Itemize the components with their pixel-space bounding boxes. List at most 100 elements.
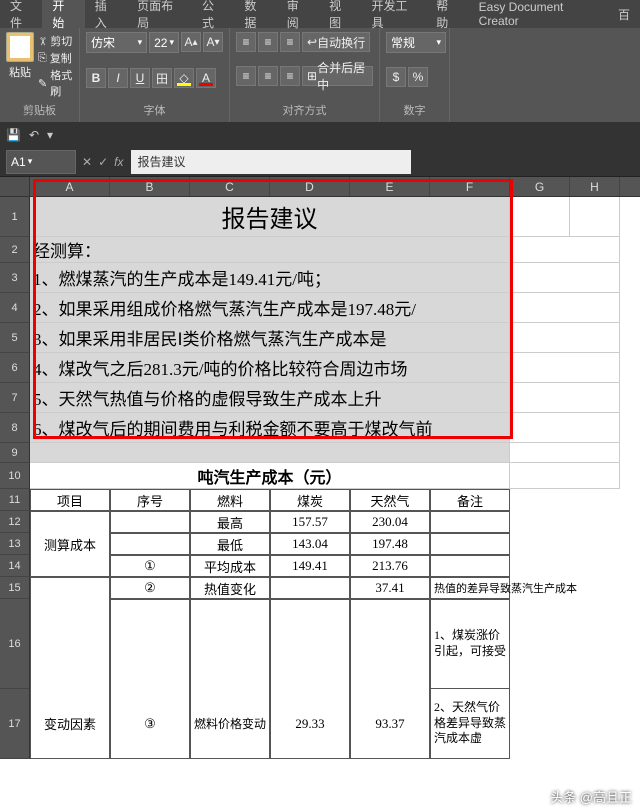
cell[interactable]: [510, 197, 570, 237]
table-cell[interactable]: 149.41: [270, 555, 350, 577]
table-cell[interactable]: ②: [110, 577, 190, 599]
align-left-button[interactable]: ≡: [236, 66, 256, 86]
table-cell[interactable]: 197.48: [350, 533, 430, 555]
table-header[interactable]: 序号: [110, 489, 190, 511]
col-header[interactable]: A: [30, 177, 110, 196]
cell[interactable]: [510, 555, 620, 577]
name-box[interactable]: A1▾: [6, 150, 76, 174]
table-header[interactable]: 备注: [430, 489, 510, 511]
align-right-button[interactable]: ≡: [280, 66, 300, 86]
align-center-button[interactable]: ≡: [258, 66, 278, 86]
table-cell[interactable]: 最高: [190, 511, 270, 533]
tab-insert[interactable]: 插入: [85, 0, 127, 28]
accept-formula-button[interactable]: ✓: [98, 155, 108, 169]
fx-button[interactable]: fx: [114, 155, 123, 169]
italic-button[interactable]: I: [108, 68, 128, 88]
row-header[interactable]: 12: [0, 511, 30, 533]
table-cell[interactable]: [30, 599, 110, 689]
report-line[interactable]: 4、煤改气之后281.3元/吨的价格比较符合周边市场: [30, 353, 510, 383]
row-header[interactable]: 7: [0, 383, 30, 413]
cell[interactable]: [510, 353, 620, 383]
merge-button[interactable]: ⊞合并后居中: [302, 66, 373, 86]
cut-button[interactable]: ✂剪切: [38, 33, 73, 49]
align-top-button[interactable]: ≡: [236, 32, 256, 52]
copy-button[interactable]: ⎘复制: [38, 50, 73, 66]
tab-layout[interactable]: 页面布局: [127, 0, 192, 28]
col-header[interactable]: H: [570, 177, 620, 196]
table-cell[interactable]: 测算成本: [30, 533, 110, 555]
table-cell[interactable]: [30, 577, 110, 599]
table-cell[interactable]: [110, 511, 190, 533]
cell[interactable]: [510, 599, 620, 689]
percent-button[interactable]: %: [408, 67, 428, 87]
align-middle-button[interactable]: ≡: [258, 32, 278, 52]
col-header[interactable]: G: [510, 177, 570, 196]
col-header[interactable]: C: [190, 177, 270, 196]
row-header[interactable]: 17: [0, 689, 30, 759]
col-header[interactable]: F: [430, 177, 510, 196]
cell[interactable]: [510, 263, 620, 293]
border-button[interactable]: 田: [152, 68, 172, 88]
table-cell[interactable]: 157.57: [270, 511, 350, 533]
cell[interactable]: [510, 511, 620, 533]
save-button[interactable]: 💾: [6, 128, 21, 142]
table-cell[interactable]: [30, 555, 110, 577]
font-color-button[interactable]: A: [196, 68, 216, 88]
table-cell[interactable]: [350, 599, 430, 689]
table-cell[interactable]: [110, 533, 190, 555]
report-line[interactable]: 2、如果采用组成价格燃气蒸汽生产成本是197.48元/: [30, 293, 510, 323]
report-line[interactable]: 1、燃煤蒸汽的生产成本是149.41元/吨；: [30, 263, 510, 293]
cell[interactable]: [510, 293, 620, 323]
cancel-formula-button[interactable]: ✕: [82, 155, 92, 169]
tab-more[interactable]: 百: [608, 0, 640, 28]
row-header[interactable]: 10: [0, 463, 30, 489]
report-line[interactable]: 6、煤改气后的期间费用与利税金额不要高于煤改气前: [30, 413, 510, 443]
table-cell[interactable]: ③: [110, 689, 190, 759]
table-header[interactable]: 煤炭: [270, 489, 350, 511]
table-cell[interactable]: [430, 555, 510, 577]
table-cell[interactable]: 37.41: [350, 577, 430, 599]
table-cell[interactable]: [190, 599, 270, 689]
align-bottom-button[interactable]: ≡: [280, 32, 300, 52]
fill-color-button[interactable]: ◇: [174, 68, 194, 88]
font-size-combo[interactable]: 22▾: [149, 32, 179, 53]
table-title[interactable]: 吨汽生产成本（元）: [30, 463, 510, 489]
report-line[interactable]: 5、天然气热值与价格的虚假导致生产成本上升: [30, 383, 510, 413]
table-cell[interactable]: 最低: [190, 533, 270, 555]
table-cell[interactable]: 热值变化: [190, 577, 270, 599]
wrap-button[interactable]: ↩自动换行: [302, 32, 370, 52]
table-cell[interactable]: [270, 577, 350, 599]
table-cell[interactable]: 230.04: [350, 511, 430, 533]
cell[interactable]: [510, 463, 620, 489]
table-cell[interactable]: 2、天然气价格差异导致蒸汽成本虚: [430, 689, 510, 759]
table-header[interactable]: 项目: [30, 489, 110, 511]
painter-button[interactable]: ✎格式刷: [38, 67, 73, 99]
cell[interactable]: [510, 383, 620, 413]
table-cell[interactable]: 29.33: [270, 689, 350, 759]
tab-file[interactable]: 文件: [0, 0, 42, 28]
cell[interactable]: [510, 323, 620, 353]
cell[interactable]: [30, 443, 510, 463]
col-header[interactable]: E: [350, 177, 430, 196]
tab-view[interactable]: 视图: [319, 0, 361, 28]
cell[interactable]: [510, 533, 620, 555]
table-cell[interactable]: 燃料价格变动: [190, 689, 270, 759]
tab-review[interactable]: 审阅: [277, 0, 319, 28]
tab-home[interactable]: 开始: [42, 0, 84, 28]
row-header[interactable]: 2: [0, 237, 30, 263]
cell[interactable]: [510, 443, 620, 463]
table-cell[interactable]: 143.04: [270, 533, 350, 555]
table-cell[interactable]: [30, 511, 110, 533]
table-cell[interactable]: [430, 533, 510, 555]
undo-button[interactable]: ↶: [29, 128, 39, 142]
font-name-combo[interactable]: 仿宋▾: [86, 32, 147, 53]
qat-dropdown[interactable]: ▾: [47, 128, 53, 142]
tab-dev[interactable]: 开发工具: [362, 0, 427, 28]
formula-input[interactable]: 报告建议: [131, 150, 411, 174]
cell[interactable]: [510, 577, 620, 599]
tab-edc[interactable]: Easy Document Creator: [469, 0, 608, 28]
cell[interactable]: [510, 413, 620, 443]
row-header[interactable]: 5: [0, 323, 30, 353]
report-line[interactable]: 3、如果采用非居民Ⅰ类价格燃气蒸汽生产成本是: [30, 323, 510, 353]
table-cell[interactable]: 平均成本: [190, 555, 270, 577]
